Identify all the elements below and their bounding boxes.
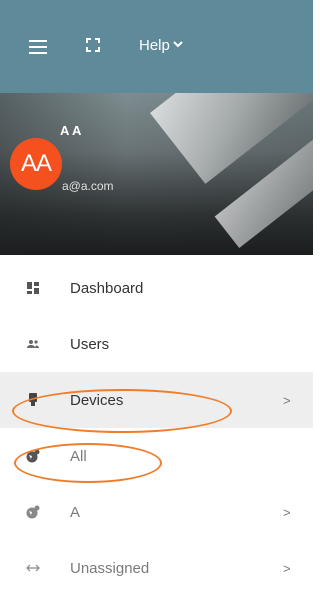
user-name: A A	[60, 123, 82, 138]
chevron-down-icon	[173, 39, 183, 51]
nav-item-label: Dashboard	[70, 279, 144, 297]
profile-header: AA A A a@a.com	[0, 93, 313, 255]
unassigned-icon	[26, 561, 40, 575]
device-icon	[26, 393, 40, 407]
nav-item-label: Unassigned	[70, 559, 150, 577]
side-nav: Dashboard Users Devices > All A > Unassi…	[0, 260, 313, 596]
nav-item-users[interactable]: Users	[0, 316, 313, 372]
nav-item-unassigned[interactable]: Unassigned >	[0, 540, 313, 596]
user-email: a@a.com	[62, 179, 114, 193]
chevron-right-icon: >	[283, 560, 291, 576]
avatar[interactable]: AA	[10, 138, 62, 190]
chevron-right-icon: >	[283, 504, 291, 520]
nav-item-label: All	[70, 447, 87, 465]
help-label: Help	[139, 37, 170, 54]
help-menu-button[interactable]: Help	[139, 37, 183, 54]
nav-item-dashboard[interactable]: Dashboard	[0, 260, 313, 316]
hamburger-icon[interactable]	[29, 40, 47, 54]
users-icon	[26, 337, 40, 351]
globe-icon	[26, 449, 40, 463]
chevron-right-icon: >	[283, 392, 291, 408]
nav-item-all[interactable]: All	[0, 428, 313, 484]
nav-item-label: A	[70, 503, 81, 521]
nav-item-a[interactable]: A >	[0, 484, 313, 540]
top-app-bar: Help	[0, 0, 313, 93]
globe-icon	[26, 505, 40, 519]
nav-item-label: Users	[70, 335, 110, 353]
nav-item-devices[interactable]: Devices >	[0, 372, 313, 428]
dashboard-icon	[26, 281, 40, 295]
fullscreen-icon[interactable]	[86, 38, 100, 52]
nav-item-label: Devices	[70, 391, 124, 409]
